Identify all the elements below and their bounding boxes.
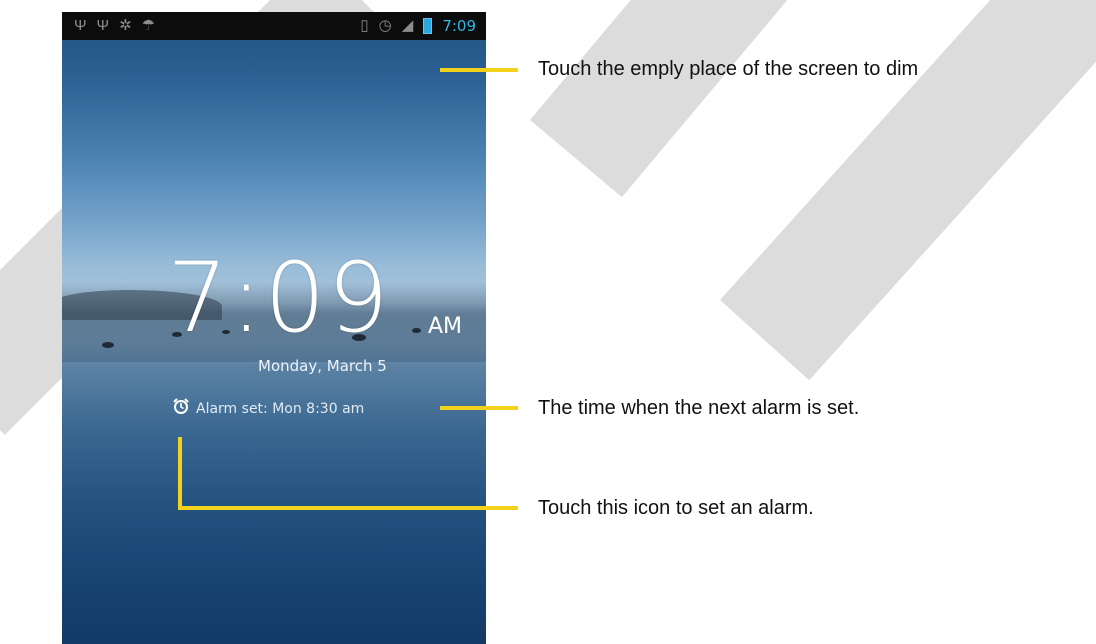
status-bar: Ψ Ψ ✲ ☂ ▯ ◷ ◢ 7:09 <box>62 12 486 40</box>
rock <box>102 342 114 348</box>
lock-ampm: AM <box>428 314 463 339</box>
alarm-status-icon: ◷ <box>378 17 392 34</box>
lock-clock: 7:09 <box>167 242 391 354</box>
callout-line-alarm-icon-vertical <box>178 437 182 509</box>
callout-line-dim <box>440 68 518 72</box>
lock-screen[interactable]: Ψ Ψ ✲ ☂ ▯ ◷ ◢ 7:09 7:09 AM Monday, March… <box>62 12 486 644</box>
status-time: 7:09 <box>442 17 476 35</box>
android-debug-icon: ✲ <box>119 17 132 34</box>
annotation-dim: Touch the emply place of the screen to d… <box>538 58 919 80</box>
callout-line-next-alarm <box>440 406 518 410</box>
sim-icon: ▯ <box>360 17 369 34</box>
lock-date: Monday, March 5 <box>258 357 387 375</box>
annotation-alarm-icon: Touch this icon to set an alarm. <box>538 497 814 519</box>
callout-line-alarm-icon-horizontal <box>178 506 518 510</box>
alarm-set-text: Alarm set: Mon 8:30 am <box>196 400 365 417</box>
alarm-clock-icon[interactable] <box>172 397 190 420</box>
usb-icon: Ψ <box>96 17 110 34</box>
rock <box>412 328 421 333</box>
annotation-next-alarm: The time when the next alarm is set. <box>538 397 860 419</box>
wifi-icon: ☂ <box>141 17 156 34</box>
alarm-row[interactable]: Alarm set: Mon 8:30 am <box>172 397 364 420</box>
battery-icon <box>423 18 433 34</box>
usb-icon: Ψ <box>74 17 87 34</box>
signal-icon: ◢ <box>401 17 414 34</box>
